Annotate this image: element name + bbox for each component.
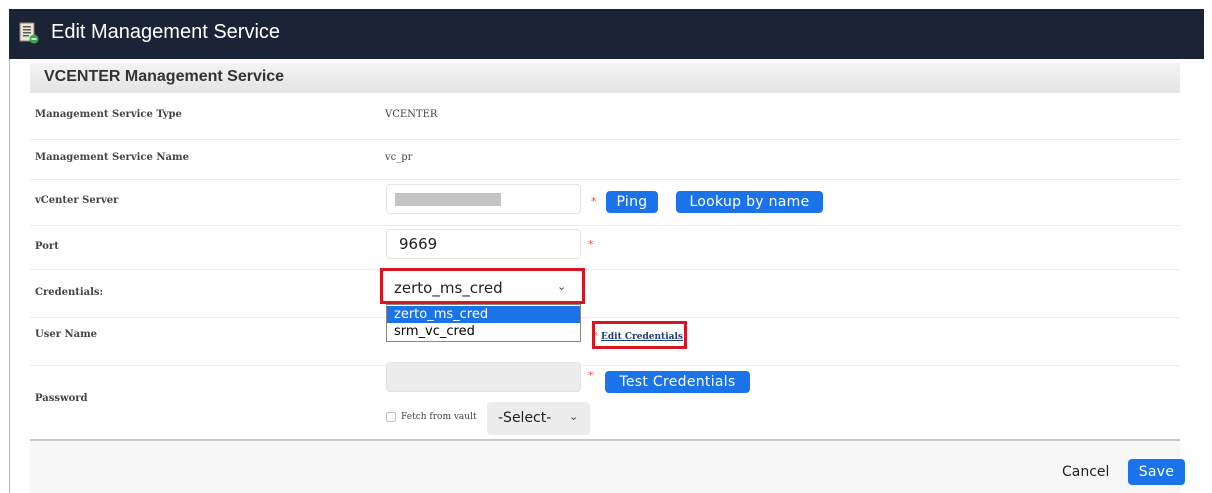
row-password: Password * Test Credentials Fetch from v…: [30, 362, 1180, 439]
section-header: VCENTER Management Service: [30, 63, 1180, 93]
title-bar: Edit Management Service: [9, 9, 1204, 59]
required-marker: *: [588, 238, 594, 251]
lookup-by-name-button[interactable]: Lookup by name: [676, 191, 823, 213]
edit-dialog: VCENTER Management Service Management Se…: [9, 59, 1205, 493]
chevron-down-icon: ⌄: [557, 280, 567, 293]
fetch-from-vault-checkbox[interactable]: [386, 412, 396, 422]
row-credentials: Credentials:: [30, 269, 1180, 318]
username-label: User Name: [35, 329, 98, 340]
row-vcenter-server: vCenter Server * Ping Lookup by name: [30, 179, 1180, 226]
credentials-label: Credentials:: [35, 287, 104, 298]
footer: [30, 441, 1180, 493]
required-marker: *: [588, 369, 594, 382]
service-type-value: VCENTER: [385, 109, 438, 120]
window-title: Edit Management Service: [51, 21, 281, 43]
document-icon: [19, 22, 39, 44]
credentials-dropdown-list: zerto_ms_cred srm_vc_cred: [386, 304, 581, 342]
chevron-down-icon: ⌄: [569, 410, 579, 423]
service-name-value: vc_pr: [385, 152, 413, 163]
vcenter-server-input[interactable]: [386, 184, 581, 214]
port-value: 9669: [399, 235, 438, 253]
port-label: Port: [35, 241, 59, 252]
save-button[interactable]: Save: [1128, 459, 1185, 485]
fetch-from-vault-label: Fetch from vault: [401, 412, 477, 422]
test-credentials-button[interactable]: Test Credentials: [605, 371, 750, 393]
row-service-type: Management Service Type VCENTER: [30, 93, 1180, 140]
credentials-select[interactable]: zerto_ms_cred ⌄: [380, 268, 585, 304]
password-input[interactable]: [386, 362, 581, 392]
service-type-label: Management Service Type: [35, 109, 182, 120]
section-title: VCENTER Management Service: [44, 68, 285, 85]
required-marker: *: [591, 195, 597, 208]
credentials-selected: zerto_ms_cred: [394, 279, 503, 297]
row-port: Port 9669 *: [30, 225, 1180, 270]
service-name-label: Management Service Name: [35, 152, 189, 163]
port-input[interactable]: 9669: [386, 229, 581, 259]
ping-button[interactable]: Ping: [606, 191, 658, 213]
cancel-button[interactable]: Cancel: [1062, 464, 1109, 480]
vault-select-value: -Select-: [498, 410, 552, 426]
redacted-server-value: [395, 193, 501, 206]
vcenter-server-label: vCenter Server: [35, 195, 119, 206]
dropdown-option[interactable]: zerto_ms_cred: [387, 306, 580, 323]
vault-select[interactable]: -Select- ⌄: [487, 402, 590, 435]
window-edge: [0, 0, 9, 493]
password-label: Password: [35, 393, 88, 404]
edit-credentials-link[interactable]: Edit Credentials: [601, 332, 683, 342]
edit-credentials-highlight: Edit Credentials: [592, 321, 687, 349]
row-service-name: Management Service Name vc_pr: [30, 139, 1180, 180]
dropdown-option[interactable]: srm_vc_cred: [387, 323, 580, 340]
